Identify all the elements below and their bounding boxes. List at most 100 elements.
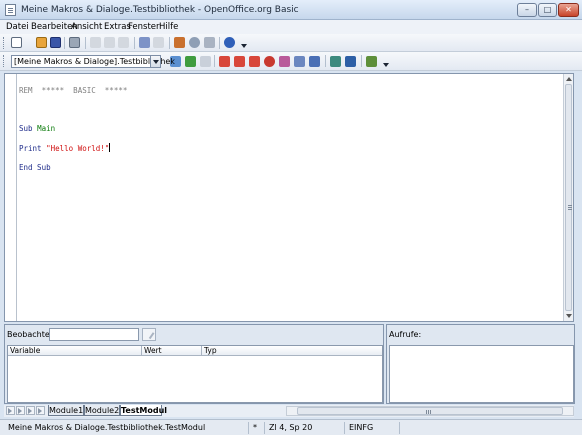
save-icon[interactable] [50, 37, 61, 48]
code-line: ​ [19, 105, 127, 115]
menu-bar: Datei Bearbeiten Ansicht Extras Fenster … [0, 20, 582, 34]
scroll-thumb[interactable] [297, 407, 563, 415]
code-comment: REM ***** BASIC ***** [19, 85, 128, 95]
column-wert[interactable]: Wert [142, 346, 202, 356]
help-icon[interactable] [224, 37, 235, 48]
code-keyword: Print [19, 143, 47, 153]
toolbar-separator [219, 37, 220, 49]
manage-breakpoints-icon[interactable] [279, 56, 290, 67]
status-modified: * [248, 422, 264, 434]
status-insert-mode[interactable]: EINFG [344, 422, 399, 434]
print-icon[interactable] [69, 37, 80, 48]
menu-hilfe[interactable]: Hilfe [159, 22, 178, 32]
maximize-button[interactable]: □ [538, 3, 557, 17]
toolbar-separator [325, 55, 326, 67]
watch-panel: Beobachter: Variable Wert Typ [4, 324, 384, 404]
step-into-icon[interactable] [234, 56, 245, 67]
scroll-down-icon[interactable] [566, 314, 572, 318]
tab-testmodul[interactable]: TestModul [120, 405, 167, 416]
standard-toolbar [0, 34, 582, 52]
window-title: Meine Makros & Dialoge.Testbibliothek - … [21, 5, 299, 15]
horizontal-scrollbar[interactable] [286, 406, 574, 416]
edit-watch-button[interactable] [142, 328, 156, 341]
navigator-icon[interactable] [189, 37, 200, 48]
new-document-icon[interactable] [11, 37, 22, 48]
vertical-scrollbar[interactable] [563, 74, 573, 321]
code-line: Print "Hello World!" [19, 142, 127, 154]
code-line: REM ***** BASIC ***** [19, 86, 127, 96]
cut-icon[interactable] [90, 37, 101, 48]
watch-input[interactable] [49, 328, 139, 341]
paste-icon[interactable] [118, 37, 129, 48]
stop-icon[interactable] [200, 56, 211, 67]
toolbar-more-icon[interactable] [241, 44, 247, 49]
grip-icon [568, 207, 572, 208]
macros-icon[interactable] [345, 56, 356, 67]
minimize-button[interactable]: – [517, 3, 537, 17]
code-line: Sub Main [19, 124, 127, 134]
run-icon[interactable] [185, 56, 196, 67]
toolbar-separator [169, 37, 170, 49]
step-out-icon[interactable] [249, 56, 260, 67]
menu-datei[interactable]: Datei [6, 22, 29, 32]
status-empty [399, 422, 581, 434]
toolbar-separator [64, 37, 65, 49]
open-folder-icon[interactable] [36, 37, 47, 48]
breakpoint-gutter[interactable] [5, 74, 17, 321]
menu-extras[interactable]: Extras [104, 22, 131, 32]
modules-icon[interactable] [366, 56, 377, 67]
column-typ[interactable]: Typ [202, 346, 382, 356]
toolbar-separator [361, 55, 362, 67]
tab-module2[interactable]: Module2 [84, 405, 120, 416]
breakpoint-icon[interactable] [264, 56, 275, 67]
watch-header: Variable Wert Typ [8, 346, 382, 356]
object-catalog-icon[interactable] [330, 56, 341, 67]
code-string: "Hello World!" [46, 143, 110, 153]
toolbar-separator [214, 55, 215, 67]
step-over-icon[interactable] [219, 56, 230, 67]
calls-label: Aufrufe: [389, 330, 422, 339]
tab-module1[interactable]: Module1 [48, 405, 84, 416]
scroll-thumb[interactable] [565, 84, 572, 311]
library-select[interactable]: [Meine Makros & Dialoge].Testbibliothek [11, 55, 175, 68]
calls-panel: Aufrufe: [386, 324, 575, 404]
code-identifier: Main [37, 123, 56, 133]
menu-ansicht[interactable]: Ansicht [71, 22, 102, 32]
app-icon [5, 4, 16, 16]
toolbar-handle[interactable] [3, 55, 5, 67]
menu-fenster[interactable]: Fenster [128, 22, 160, 32]
close-button[interactable]: ✕ [558, 3, 579, 17]
status-bar: Meine Makros & Dialoge.Testbibliothek.Te… [0, 419, 582, 435]
watch-table[interactable]: Variable Wert Typ [7, 345, 383, 403]
toolbar-more-icon[interactable] [383, 63, 389, 68]
add-watch-icon[interactable] [294, 56, 305, 67]
title-bar: Meine Makros & Dialoge.Testbibliothek - … [0, 0, 582, 20]
chevron-down-icon[interactable] [150, 55, 161, 68]
datasources-icon[interactable] [204, 37, 215, 48]
toolbar-separator [134, 37, 135, 49]
scroll-up-icon[interactable] [566, 77, 572, 81]
last-tab-icon[interactable] [36, 406, 45, 415]
module-tab-bar: Module1 Module2 TestModul [4, 405, 574, 417]
code-keyword: End Sub [19, 162, 51, 172]
code-keyword: Sub [19, 123, 38, 133]
toolbar-handle[interactable] [3, 37, 5, 49]
prev-tab-icon[interactable] [16, 406, 25, 415]
undo-icon[interactable] [139, 37, 150, 48]
code-line: End Sub [19, 163, 127, 173]
code-text[interactable]: REM ***** BASIC ***** ​ Sub Main Print "… [19, 76, 127, 191]
copy-icon[interactable] [104, 37, 115, 48]
first-tab-icon[interactable] [6, 406, 15, 415]
gallery-icon[interactable] [174, 37, 185, 48]
redo-icon[interactable] [153, 37, 164, 48]
calls-list[interactable] [389, 345, 574, 403]
text-caret [109, 142, 111, 152]
grip-icon [428, 410, 429, 414]
status-position: Zl 4, Sp 20 [264, 422, 344, 434]
column-variable[interactable]: Variable [8, 346, 142, 356]
find-parentheses-icon[interactable] [309, 56, 320, 67]
code-editor[interactable]: REM ***** BASIC ***** ​ Sub Main Print "… [4, 73, 574, 322]
next-tab-icon[interactable] [26, 406, 35, 415]
status-document: Meine Makros & Dialoge.Testbibliothek.Te… [8, 423, 206, 432]
toolbar-separator [85, 37, 86, 49]
